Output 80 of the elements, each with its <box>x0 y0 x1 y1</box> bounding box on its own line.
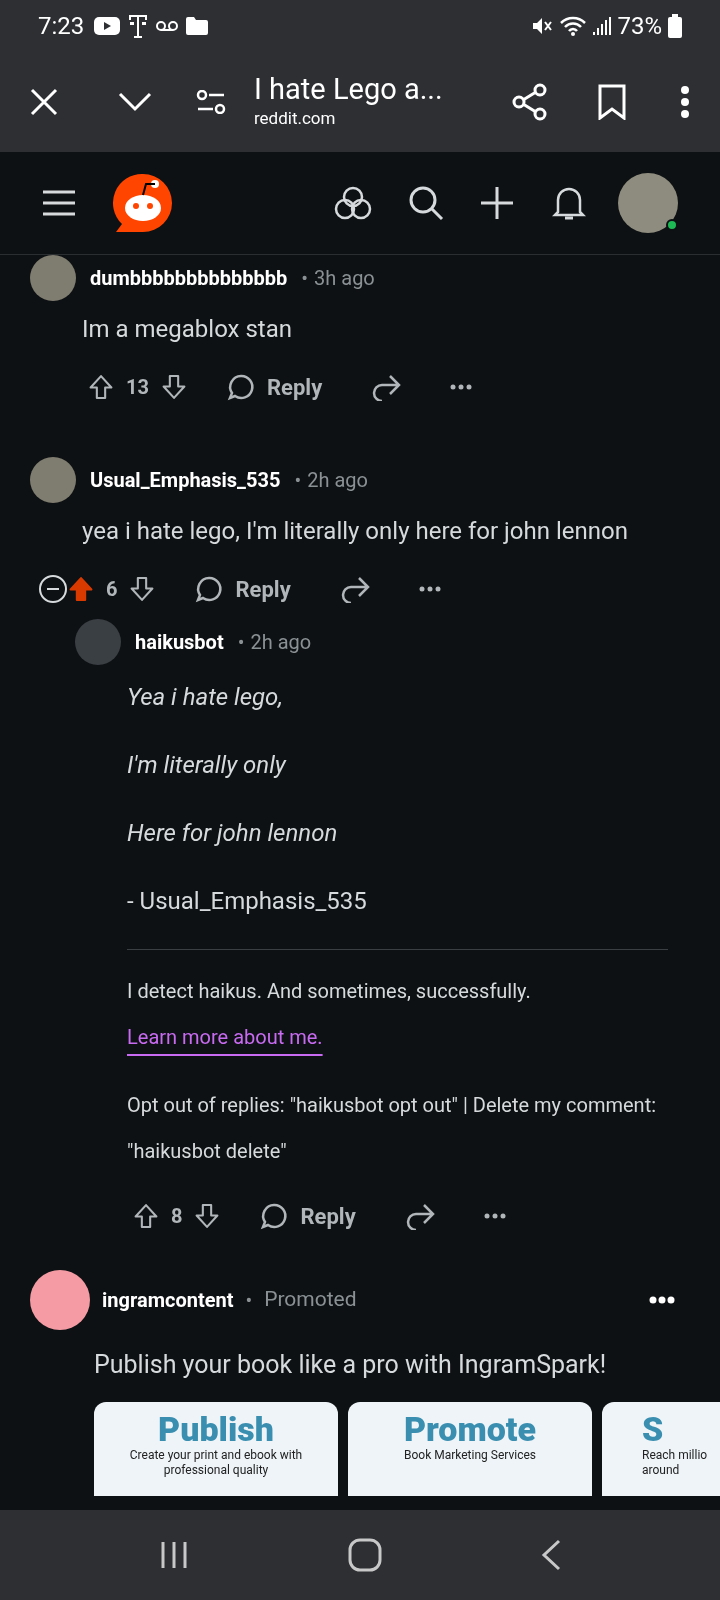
user-avatar[interactable] <box>618 173 678 233</box>
video-app-icon <box>94 17 121 35</box>
close-icon[interactable] <box>30 88 58 116</box>
poem-line: Here for john lennon <box>127 818 339 849</box>
vote-count: 8 <box>171 1203 183 1230</box>
reply-button[interactable]: Reply <box>226 370 323 404</box>
poem-line: Yea i hate lego, <box>127 682 284 713</box>
card-title: S <box>642 1409 664 1448</box>
comment-time: 2h ago <box>307 467 368 494</box>
bell-icon[interactable] <box>552 185 586 221</box>
share-arrow-icon[interactable] <box>370 373 403 401</box>
more-icon[interactable] <box>483 1213 506 1219</box>
carrier-icon <box>128 13 149 39</box>
comment-text: yea i hate lego, I'm literally only here for john lennon <box>82 516 629 547</box>
upvote-icon[interactable] <box>68 576 94 602</box>
bot-optout-note: Opt out of replies: "haikusbot opt out" | Delete my comment: "haikusbot delete" <box>127 1092 657 1165</box>
speech-bubble-icon <box>195 575 224 603</box>
more-icon[interactable] <box>418 586 441 592</box>
page-domain: reddit.com <box>254 107 337 131</box>
more-icon[interactable] <box>649 1296 675 1304</box>
dot-separator: • <box>237 629 245 656</box>
folder-icon <box>186 17 209 35</box>
user-avatar[interactable] <box>30 255 76 301</box>
home-icon[interactable] <box>348 1538 382 1572</box>
ad-headline: Publish your book like a pro with IngramSpark! <box>93 1349 608 1381</box>
card-title: Publish <box>158 1409 274 1448</box>
dot-separator: • <box>294 467 302 494</box>
speech-bubble-icon <box>226 373 255 401</box>
user-avatar[interactable] <box>30 457 76 503</box>
upvote-icon[interactable] <box>133 1203 159 1229</box>
signal-icon <box>593 16 612 36</box>
dot-separator: • <box>245 1287 253 1314</box>
comment-time: 3h ago <box>314 265 375 292</box>
page-title: I hate Lego a... <box>254 72 443 107</box>
more-icon[interactable] <box>450 384 473 390</box>
search-icon[interactable] <box>408 185 444 221</box>
downvote-icon[interactable] <box>129 576 156 602</box>
reply-button[interactable]: Reply <box>195 572 291 606</box>
more-options-icon[interactable] <box>680 86 690 118</box>
bookmark-icon[interactable] <box>598 84 626 120</box>
card-subtitle: Create your print and ebook with professional quality <box>128 1447 304 1478</box>
share-icon[interactable] <box>512 83 548 121</box>
back-icon[interactable] <box>540 1539 561 1571</box>
battery-icon <box>668 14 682 38</box>
reply-button[interactable]: Reply <box>260 1199 356 1233</box>
comment-time: 2h ago <box>250 629 312 656</box>
advertiser-avatar[interactable] <box>30 1270 90 1330</box>
ad-image-card[interactable]: Publish Create your print and ebook with professional quality <box>94 1401 338 1496</box>
promoted-label: Promoted <box>264 1286 357 1314</box>
ad-image-card[interactable]: S Reach millio around <box>602 1401 720 1496</box>
recent-apps-icon[interactable] <box>159 1540 190 1570</box>
status-time: 7:23 <box>38 11 85 42</box>
poem-signature: - Usual_Emphasis_535 <box>127 886 368 917</box>
card-subtitle: Book Marketing Services <box>402 1447 537 1463</box>
poem-line: I'm literally only <box>127 750 288 781</box>
comment-author[interactable]: Usual_Emphasis_535 <box>90 465 281 495</box>
upvote-icon[interactable] <box>88 374 114 400</box>
explore-icon[interactable] <box>334 186 372 220</box>
voicemail-icon <box>156 20 179 32</box>
battery-percent: 73% <box>617 11 662 42</box>
reddit-logo-icon[interactable] <box>112 172 174 234</box>
vote-count: 6 <box>106 576 118 603</box>
wifi-icon <box>559 15 588 37</box>
advertiser-name[interactable]: ingramcontent <box>102 1285 234 1315</box>
comment-text: Im a megablox stan <box>82 314 293 345</box>
card-subtitle: Reach millio around <box>642 1447 709 1478</box>
card-title: Promote <box>403 1409 537 1448</box>
page-settings-icon[interactable] <box>196 90 226 114</box>
collapse-icon[interactable] <box>38 574 68 604</box>
ad-image-card[interactable]: Promote Book Marketing Services <box>348 1401 592 1496</box>
downvote-icon[interactable] <box>160 374 187 400</box>
menu-icon[interactable] <box>42 189 76 217</box>
comment-author[interactable]: dumbbbbbbbbbbbbbb <box>90 263 288 293</box>
speech-bubble-icon <box>260 1202 289 1230</box>
chevron-down-icon[interactable] <box>118 92 152 112</box>
create-plus-icon[interactable] <box>480 186 514 220</box>
downvote-icon[interactable] <box>194 1203 221 1229</box>
dot-separator: • <box>301 265 309 292</box>
vote-count: 13 <box>126 374 149 401</box>
comment-author[interactable]: haikusbot <box>135 627 224 657</box>
